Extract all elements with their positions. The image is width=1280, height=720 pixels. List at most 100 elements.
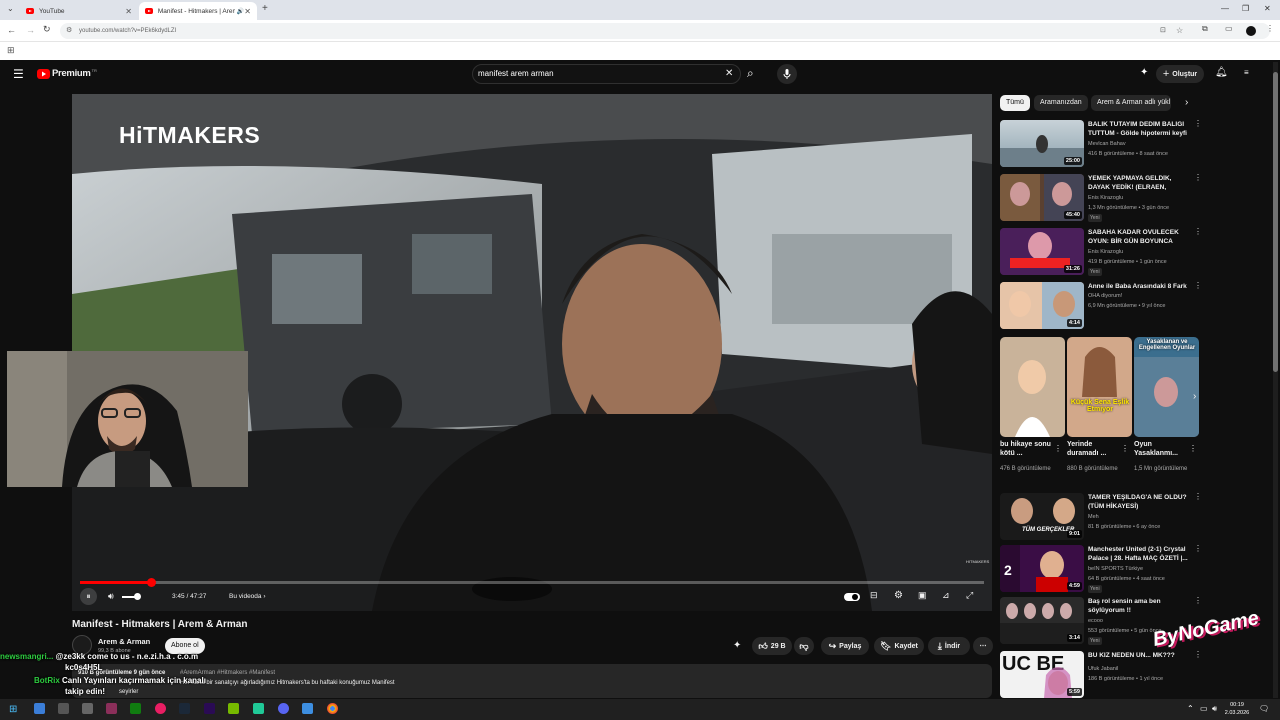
chip-all[interactable]: Tümü [1000, 95, 1030, 111]
extensions-icon[interactable]: ⧉ [1202, 24, 1208, 34]
rec-channel[interactable]: beIN SPORTS Türkiye [1088, 566, 1193, 572]
search-icon[interactable]: ⌕ [747, 66, 754, 81]
dislike-button[interactable]: 👎︎ [794, 637, 814, 655]
clear-search-icon[interactable]: ✕ [725, 68, 733, 79]
share-button[interactable]: ↪ Paylaş [821, 637, 869, 655]
autoplay-toggle[interactable] [844, 593, 860, 601]
speaker-icon[interactable]: 🔊︎ [1212, 704, 1217, 714]
settings-gear-icon[interactable]: ⚙ [894, 590, 903, 601]
audio-playing-icon[interactable]: 🔊 [237, 8, 244, 15]
more-options-icon[interactable]: ⋮ [1121, 444, 1129, 453]
extension-puzzle-icon[interactable]: ✦ [1140, 67, 1148, 78]
rec-title[interactable]: YEMEK YAPMAYA GELDİK, DAYAK YEDİK! (ELRA… [1088, 175, 1188, 192]
tab-list-chevron-icon[interactable]: ⌄ [7, 4, 14, 13]
download-button[interactable]: ⤓ İndir [928, 637, 970, 655]
description-more[interactable]: seyirler [119, 689, 138, 695]
install-app-icon[interactable]: ⊡ [1160, 23, 1166, 39]
rec-video-8[interactable]: UC BE 5:59 BU KIZ NEDEN ÜN... MK??? Ufuk… [1000, 651, 1202, 701]
tab-youtube[interactable]: YouTube ✕ [20, 2, 138, 20]
rec-thumbnail[interactable]: 31:26 [1000, 228, 1084, 275]
rec-title[interactable]: Baş rol sensin ama ben söylüyorum !! [1088, 598, 1188, 615]
forward-icon[interactable]: → [26, 25, 35, 35]
hamburger-menu-icon[interactable]: ☰ [13, 67, 24, 81]
rec-thumbnail[interactable]: 2 4:59 [1000, 545, 1084, 592]
create-button[interactable]: + Oluştur [1156, 65, 1204, 83]
rec-thumbnail[interactable]: 4:14 [1000, 282, 1084, 329]
fullscreen-icon[interactable]: ⤢ [966, 590, 973, 601]
tab-close-icon[interactable]: ✕ [244, 7, 251, 16]
page-scrollbar[interactable] [1273, 62, 1278, 698]
volume-icon[interactable]: 🔊︎ [108, 591, 114, 602]
description-box[interactable]: 910 B görüntüleme 9 gün önce #AremArman … [72, 664, 992, 698]
volume-slider[interactable] [122, 593, 141, 600]
notifications-bell-icon[interactable]: 🔔︎ [1215, 67, 1228, 78]
rec-channel[interactable]: Meh [1088, 514, 1193, 520]
like-button[interactable]: 👍︎ 29 B [752, 637, 792, 655]
chapter-label[interactable]: Bu videoda › [229, 593, 266, 600]
browser-menu-icon[interactable]: ⋮ [1266, 24, 1274, 33]
scrollbar-thumb[interactable] [1273, 72, 1278, 372]
reload-icon[interactable]: ↻ [43, 24, 51, 35]
rec-channel[interactable]: Mevlcan Bahav [1088, 141, 1193, 147]
rec-title[interactable]: BALIK TUTAYIM DEDİM BALIĞI TUTTUM - Göld… [1088, 121, 1188, 138]
search-taskbar-icon[interactable] [34, 703, 45, 714]
app-taskbar-icon[interactable] [253, 703, 264, 714]
sidepanel-icon[interactable]: ▭ [1225, 24, 1233, 33]
back-icon[interactable]: ← [7, 25, 16, 35]
more-options-icon[interactable]: ⋮ [1194, 282, 1202, 290]
chip-from-search[interactable]: Aramanızdan [1034, 95, 1088, 111]
channel-name[interactable]: Arem & Arman [98, 637, 150, 646]
rec-thumbnail[interactable]: 3:14 [1000, 597, 1084, 644]
more-options-icon[interactable]: ⋮ [1194, 545, 1202, 553]
rec-channel[interactable]: Ufuk Jabanil [1088, 666, 1193, 672]
tray-chevron-icon[interactable]: ⌃ [1187, 704, 1194, 713]
chip-channel[interactable]: Arem & Arman adlı yükl [1091, 95, 1171, 111]
more-options-icon[interactable]: ⋮ [1189, 444, 1197, 453]
more-options-icon[interactable]: ⋮ [1194, 120, 1202, 128]
save-button[interactable]: 🔖︎ Kaydet [874, 637, 924, 655]
rec-video-1[interactable]: 25:00 BALIK TUTAYIM DEDİM BALIĞI TUTTUM … [1000, 120, 1202, 170]
rec-title[interactable]: Manchester United (2-1) Crystal Palace |… [1088, 546, 1188, 563]
restore-icon[interactable]: ❐ [1242, 4, 1249, 13]
rec-thumbnail[interactable]: 25:00 [1000, 120, 1084, 167]
youtube-logo[interactable]: Premium TR [37, 68, 97, 79]
miniplayer-icon[interactable]: ▣ [918, 590, 927, 601]
site-info-icon[interactable]: ⚙ [66, 23, 72, 39]
short-title[interactable]: Yerinde duramadı ... [1067, 440, 1122, 458]
more-options-icon[interactable]: ⋮ [1194, 597, 1202, 605]
more-options-icon[interactable]: ⋮ [1194, 228, 1202, 236]
shorts-next-icon[interactable]: › [1193, 391, 1196, 402]
profile-avatar[interactable] [1246, 26, 1256, 36]
rec-video-2[interactable]: 45:40 YEMEK YAPMAYA GELDİK, DAYAK YEDİK!… [1000, 174, 1202, 224]
more-options-icon[interactable]: ⋮ [1194, 493, 1202, 501]
rec-channel[interactable]: OHA diyorum! [1088, 293, 1193, 299]
new-tab-icon[interactable]: + [262, 3, 268, 14]
chrome-taskbar-icon[interactable] [327, 703, 338, 714]
omnibox[interactable]: ⚙ youtube.com/watch?v=PEk6kdydLZI ⊡ ☆ [60, 23, 1270, 39]
rec-thumbnail[interactable]: TÜM GERÇEKLER 9:01 [1000, 493, 1084, 540]
subtitles-icon[interactable]: ⊟ [870, 590, 878, 601]
pause-button[interactable]: ⏸︎ [80, 588, 97, 605]
rec-channel[interactable]: Enis Kirazoglu [1088, 249, 1193, 255]
short-title[interactable]: bu hikaye sonu kötü ... [1000, 440, 1055, 458]
rec-title[interactable]: Anne ile Baba Arasındaki 8 Fark [1088, 283, 1188, 292]
rec-title[interactable]: SABAHA KADAR ÖVÜLECEK OYUN: BİR GÜN BOYU… [1088, 229, 1188, 246]
more-options-icon[interactable]: ⋮ [1194, 174, 1202, 182]
app-taskbar-icon[interactable] [155, 703, 166, 714]
rec-title[interactable]: BU KIZ NEDEN ÜN... MK??? [1088, 652, 1188, 661]
rec-title[interactable]: TAMER YEŞİLDAĞ'A NE OLDU? (TÜM HİKAYESİ) [1088, 494, 1188, 511]
account-avatar[interactable]: ≡ [1244, 68, 1249, 77]
app-taskbar-icon[interactable] [106, 703, 117, 714]
rec-thumbnail[interactable]: 45:40 [1000, 174, 1084, 221]
rec-video-6[interactable]: 2 4:59 Manchester United (2-1) Crystal P… [1000, 545, 1202, 595]
tab-close-icon[interactable]: ✕ [125, 7, 132, 16]
app-taskbar-icon[interactable] [302, 703, 313, 714]
premiere-taskbar-icon[interactable] [204, 703, 215, 714]
extension-icon[interactable]: ✦ [733, 640, 741, 651]
notification-center-icon[interactable]: 🗨︎ [1259, 704, 1269, 713]
rec-thumbnail[interactable]: UC BE 5:59 [1000, 651, 1084, 698]
short-thumbnail-3[interactable]: Yasaklanan ve Engellenen Oyunlar [1134, 337, 1199, 437]
rec-video-3[interactable]: 31:26 SABAHA KADAR ÖVÜLECEK OYUN: BİR GÜ… [1000, 228, 1202, 278]
short-title[interactable]: Oyun Yasaklanmı... [1134, 440, 1189, 458]
app-taskbar-icon[interactable] [82, 703, 93, 714]
